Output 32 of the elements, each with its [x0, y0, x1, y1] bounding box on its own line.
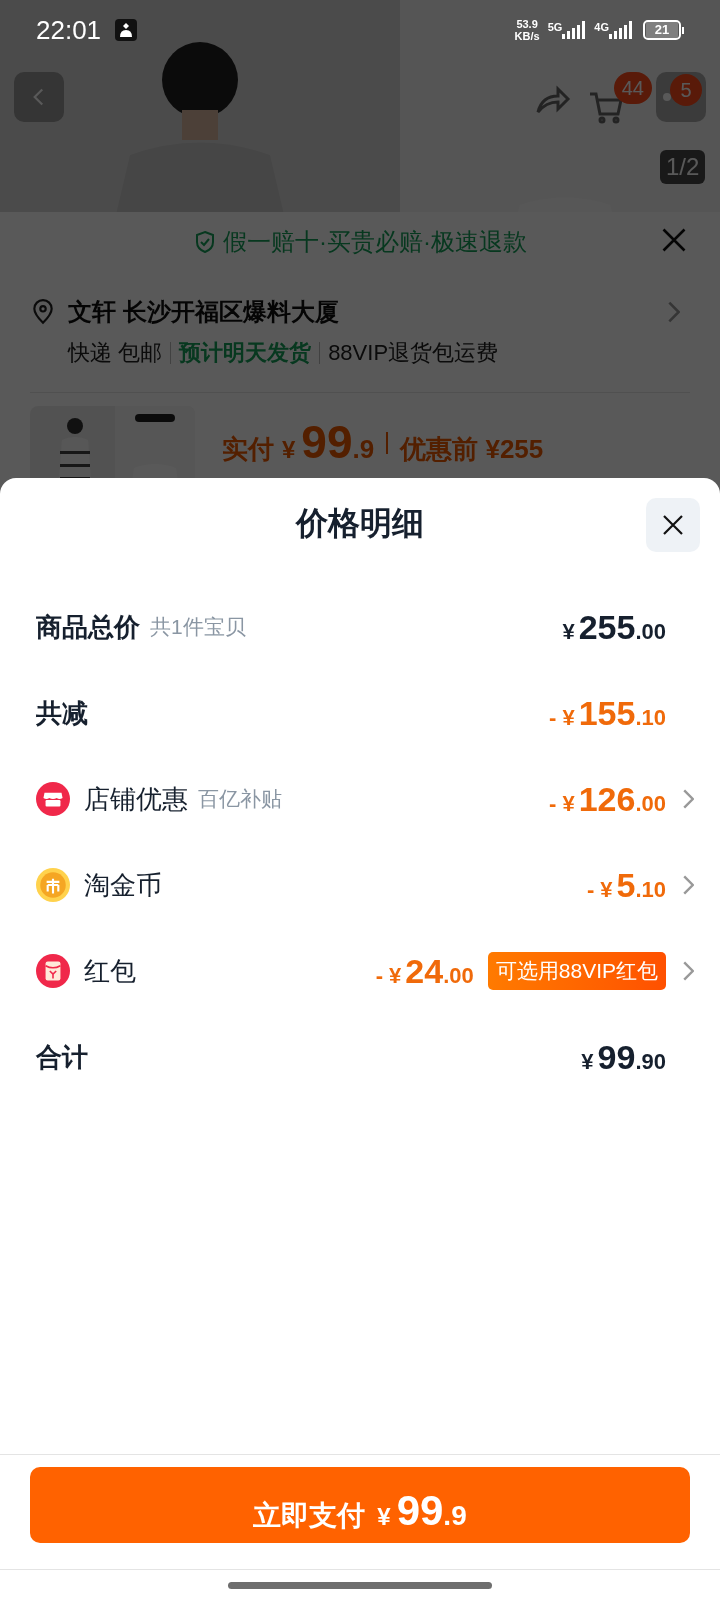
sheet-title: 价格明细	[296, 504, 424, 543]
row-label: 共减	[36, 696, 88, 730]
shipping-info: 快递 包邮	[68, 339, 163, 367]
cart-button[interactable]: 44	[586, 72, 652, 126]
row-note: 共1件宝贝	[150, 614, 246, 641]
amount-text: - ¥24.00	[375, 950, 474, 992]
row-label: 红包	[84, 954, 136, 988]
row-note: 百亿补贴	[198, 786, 282, 813]
address-text: 文轩 长沙开福区爆料大厦	[68, 297, 340, 327]
amount-text: ¥99.90	[581, 1036, 666, 1078]
row-label: 商品总价	[36, 610, 140, 644]
network-type: 4G	[594, 21, 609, 33]
guarantee-text: 假一赔十·买贵必赔·极速退款	[223, 227, 527, 257]
shipping-info: 88VIP退货包运费	[328, 339, 499, 367]
amount-text: - ¥126.00	[549, 778, 666, 820]
pay-button[interactable]: 立即支付 ¥99.9	[30, 1467, 690, 1543]
status-time: 22:01	[36, 13, 102, 47]
battery-level: 21	[646, 22, 678, 38]
network-speed: 53.9 KB/s	[514, 18, 540, 42]
address-row[interactable]: 文轩 长沙开福区爆料大厦	[30, 294, 680, 330]
paid-price: 实付 ¥99.9	[222, 415, 375, 470]
amount-text: ¥255.00	[562, 606, 666, 648]
image-counter: 1/2	[660, 150, 706, 184]
coupon-tag[interactable]: 可选用88VIP红包	[487, 952, 666, 990]
row-label: 淘金币	[84, 868, 162, 902]
network-type: 5G	[547, 21, 563, 33]
amount-text: - ¥155.10	[549, 692, 666, 734]
amount-text: - ¥5.10	[586, 864, 666, 906]
row-label: 合计	[36, 1040, 88, 1074]
shipping-info: 预计明天发货	[179, 339, 312, 367]
row-label: 店铺优惠	[84, 782, 188, 816]
original-price: 优惠前 ¥255	[400, 433, 544, 466]
